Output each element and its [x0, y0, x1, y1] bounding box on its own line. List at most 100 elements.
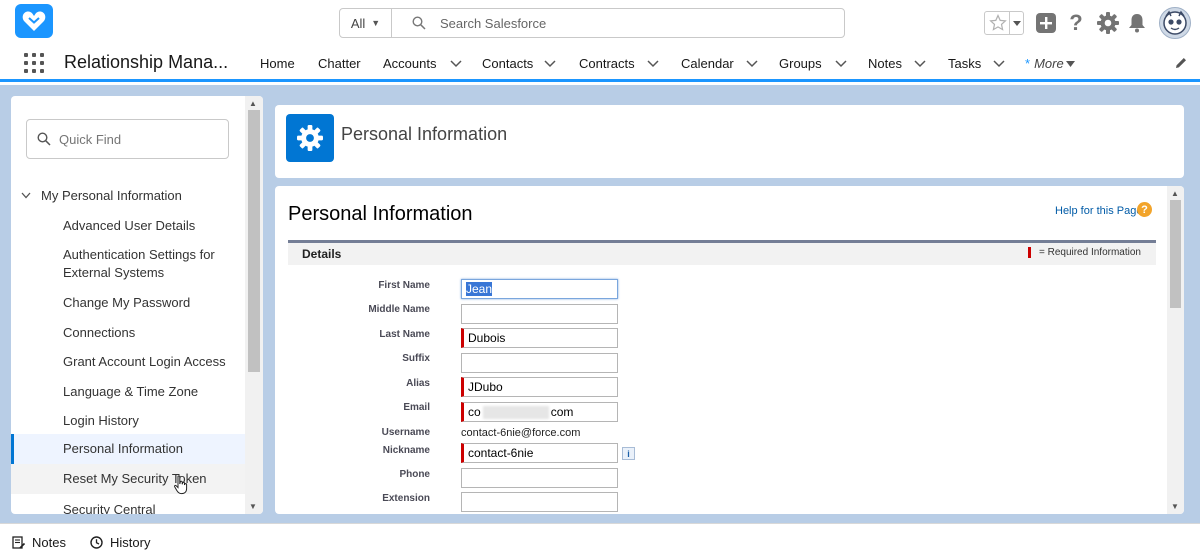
- global-search[interactable]: All ▼ Search Salesforce: [339, 8, 845, 38]
- nav-groups[interactable]: Groups: [779, 56, 847, 71]
- sidebar-item-advanced-user-details[interactable]: Advanced User Details: [11, 217, 245, 235]
- email-value-end: com: [550, 405, 574, 419]
- username-label: Username: [381, 427, 430, 438]
- tree-section-label: My Personal Information: [41, 188, 182, 203]
- sidebar-item-authentication-settings[interactable]: Authentication Settings for External Sys…: [11, 246, 233, 282]
- sidebar-item-label: Connections: [63, 325, 136, 340]
- chevron-down-icon[interactable]: [746, 59, 758, 68]
- chevron-down-icon[interactable]: [835, 59, 847, 68]
- chevron-down-icon[interactable]: [993, 59, 1005, 68]
- first-name-field[interactable]: Jean: [461, 279, 618, 299]
- setup-body: My Personal Information Advanced User De…: [0, 85, 1200, 523]
- star-icon: [989, 14, 1007, 31]
- nav-home[interactable]: Home: [260, 56, 295, 71]
- sidebar-item-personal-information[interactable]: Personal Information: [11, 434, 245, 464]
- nickname-label: Nickname: [382, 445, 430, 456]
- nav-tasks[interactable]: Tasks: [948, 56, 1005, 71]
- user-avatar[interactable]: [1159, 7, 1191, 39]
- help-question-icon[interactable]: ?: [1137, 202, 1152, 217]
- nav-calendar[interactable]: Calendar: [681, 56, 758, 71]
- middle-name-label: Middle Name: [368, 304, 430, 315]
- sidebar-item-reset-security-token[interactable]: Reset My Security Token: [11, 464, 245, 495]
- scroll-down-icon[interactable]: ▼: [249, 502, 257, 511]
- asterisk-icon: *: [1025, 56, 1031, 71]
- notes-icon: [12, 536, 25, 549]
- nickname-value: contact-6nie: [468, 446, 534, 460]
- app-launcher-icon[interactable]: [24, 53, 44, 73]
- utility-notes-label: Notes: [32, 535, 66, 550]
- page-header-title: Personal Information: [341, 124, 508, 144]
- extension-field[interactable]: [461, 492, 618, 512]
- first-name-label: First Name: [378, 280, 430, 291]
- scroll-up-icon[interactable]: ▲: [249, 99, 257, 108]
- chevron-down-icon[interactable]: [544, 59, 556, 68]
- sidebar-item-connections[interactable]: Connections: [11, 324, 245, 342]
- scroll-down-icon[interactable]: ▼: [1171, 502, 1179, 511]
- last-name-value: Dubois: [468, 331, 506, 345]
- gear-icon: [1097, 12, 1119, 34]
- content-scroll-thumb[interactable]: [1170, 200, 1181, 308]
- favorites-button[interactable]: [984, 11, 1024, 35]
- search-scope-dropdown[interactable]: All ▼: [340, 9, 392, 37]
- nickname-info-icon[interactable]: i: [622, 447, 635, 460]
- chevron-down-icon[interactable]: [647, 59, 659, 68]
- scroll-up-icon[interactable]: ▲: [1171, 189, 1179, 198]
- chevron-down-icon[interactable]: [914, 59, 926, 68]
- nav-item-label: Contacts: [482, 56, 534, 71]
- sidebar-item-login-history[interactable]: Login History: [11, 412, 245, 430]
- heart-logo-icon: [22, 11, 46, 31]
- sidebar-item-label: Personal Information: [63, 441, 183, 456]
- middle-name-field[interactable]: [461, 304, 618, 324]
- clock-icon: [90, 536, 103, 549]
- quick-find-box[interactable]: [26, 119, 229, 159]
- utility-history[interactable]: History: [90, 535, 150, 550]
- nav-item-label: Home: [260, 56, 295, 71]
- pencil-edit-icon[interactable]: [1174, 56, 1188, 70]
- search-input[interactable]: Search Salesforce: [440, 16, 546, 31]
- content-scrollbar[interactable]: ▲ ▼: [1167, 186, 1184, 514]
- phone-field[interactable]: [461, 468, 618, 488]
- nav-notes[interactable]: Notes: [868, 56, 926, 71]
- chevron-down-icon[interactable]: [21, 192, 31, 199]
- sidebar-scroll-thumb[interactable]: [248, 110, 260, 372]
- sidebar-item-security-central[interactable]: Security Central: [11, 501, 245, 514]
- help-for-this-page-link[interactable]: Help for this Page: [1055, 205, 1142, 217]
- notifications-button[interactable]: [1127, 11, 1147, 35]
- main-content-card: Personal Information Help for this Page …: [275, 186, 1184, 514]
- sidebar-item-label: Security Central: [63, 502, 156, 514]
- nav-chatter[interactable]: Chatter: [318, 56, 361, 71]
- last-name-field[interactable]: Dubois: [461, 328, 618, 348]
- nav-contacts[interactable]: Contacts: [482, 56, 556, 71]
- sidebar-item-change-password[interactable]: Change My Password: [11, 294, 245, 312]
- help-button[interactable]: ?: [1066, 10, 1086, 35]
- nav-contracts[interactable]: Contracts: [579, 56, 659, 71]
- alias-value: JDubo: [468, 380, 503, 394]
- favorites-menu-button[interactable]: [1009, 12, 1023, 34]
- alias-field[interactable]: JDubo: [461, 377, 618, 397]
- search-scope-label: All: [350, 15, 366, 31]
- sidebar-item-language-time-zone[interactable]: Language & Time Zone: [11, 383, 245, 401]
- username-value: contact-6nie@force.com: [461, 427, 581, 439]
- setup-button[interactable]: [1097, 11, 1119, 35]
- sidebar-item-grant-login-access[interactable]: Grant Account Login Access: [11, 353, 245, 371]
- quick-find-input[interactable]: [59, 131, 209, 147]
- suffix-field[interactable]: [461, 353, 618, 373]
- chevron-down-icon[interactable]: [450, 59, 463, 68]
- nickname-field[interactable]: contact-6nie: [461, 443, 618, 463]
- nav-accounts[interactable]: Accounts: [383, 56, 463, 71]
- setup-sidebar: My Personal Information Advanced User De…: [11, 96, 263, 514]
- page-header-card: Personal Information: [275, 105, 1184, 178]
- tree-section-my-personal-information[interactable]: My Personal Information: [21, 188, 182, 203]
- utility-notes[interactable]: Notes: [12, 535, 66, 550]
- app-logo[interactable]: [15, 4, 53, 38]
- nav-more-label: More: [1034, 56, 1064, 71]
- global-actions-button[interactable]: [1036, 13, 1056, 33]
- email-label: Email: [403, 402, 430, 413]
- sidebar-scrollbar[interactable]: ▲ ▼: [245, 96, 263, 514]
- search-icon: [37, 132, 51, 146]
- email-field[interactable]: co com: [461, 402, 618, 422]
- last-name-label: Last Name: [379, 329, 430, 340]
- personal-info-form: First Name Jean Middle Name Last Name Du…: [288, 265, 1156, 514]
- nav-more[interactable]: * More: [1025, 56, 1075, 71]
- search-icon: [412, 16, 426, 30]
